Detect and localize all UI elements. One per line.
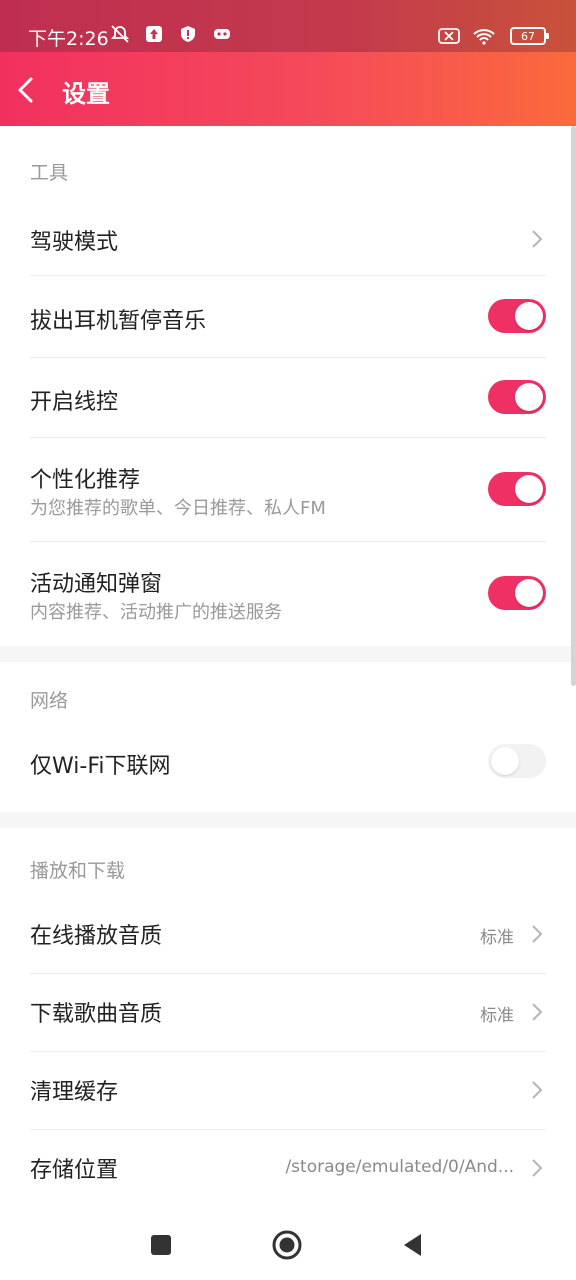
unplug-pause-row[interactable]: 拔出耳机暂停音乐: [30, 276, 546, 358]
storage-location-value: /storage/emulated/0/And...: [285, 1157, 514, 1177]
online-quality-row[interactable]: 在线播放音质 标准: [30, 896, 546, 974]
download-quality-value: 标准: [480, 1006, 514, 1026]
download-quality-label: 下载歌曲音质: [30, 1002, 163, 1027]
personalized-toggle[interactable]: [488, 472, 546, 506]
clear-cache-row[interactable]: 清理缓存: [30, 1052, 546, 1130]
sim-off-icon: [438, 28, 460, 44]
section-divider: [0, 646, 576, 662]
chevron-right-icon: [532, 230, 543, 248]
section-title-tools: 工具: [30, 162, 69, 184]
storage-location-row[interactable]: 存储位置 /storage/emulated/0/And...: [30, 1130, 546, 1210]
toggle-knob: [515, 579, 543, 607]
battery-icon: 67: [510, 27, 549, 45]
chevron-right-icon: [532, 1081, 543, 1099]
mute-icon: [110, 25, 130, 43]
storage-location-label: 存储位置: [30, 1158, 119, 1183]
line-control-label: 开启线控: [30, 390, 119, 415]
line-control-toggle[interactable]: [488, 380, 546, 414]
driving-mode-row[interactable]: 驾驶模式: [30, 212, 546, 276]
section-tools: 工具 驾驶模式 拔出耳机暂停音乐 开启线控 个性化推荐 为您推荐的歌单、今日推荐…: [0, 126, 576, 646]
chevron-right-icon: [532, 925, 543, 943]
personalized-sub: 为您推荐的歌单、今日推荐、私人FM: [30, 498, 326, 519]
activity-popup-row[interactable]: 活动通知弹窗 内容推荐、活动推广的推送服务: [30, 542, 546, 646]
wifi-only-toggle[interactable]: [488, 744, 546, 778]
home-button[interactable]: [270, 1228, 304, 1262]
activity-popup-sub: 内容推荐、活动推广的推送服务: [30, 602, 282, 623]
unplug-pause-label: 拔出耳机暂停音乐: [30, 309, 207, 334]
chevron-right-icon: [532, 1159, 543, 1177]
unplug-pause-toggle[interactable]: [488, 299, 546, 333]
section-playback: 播放和下载 在线播放音质 标准 下载歌曲音质 标准 清理缓存 存储位置 /sto…: [0, 828, 576, 1210]
wifi-only-label: 仅Wi-Fi下联网: [30, 754, 171, 779]
title-bar: 设置: [0, 52, 576, 126]
driving-mode-label: 驾驶模式: [30, 230, 119, 255]
status-icons-left: [110, 24, 232, 44]
upload-icon: [146, 26, 162, 42]
status-bar: 下午2:26 67: [0, 0, 576, 52]
clear-cache-label: 清理缓存: [30, 1080, 119, 1105]
personalized-label: 个性化推荐: [30, 468, 141, 493]
chevron-right-icon: [532, 1003, 543, 1021]
back-button[interactable]: [10, 70, 46, 110]
download-quality-row[interactable]: 下载歌曲音质 标准: [30, 974, 546, 1052]
status-icons-right: 67: [438, 26, 549, 46]
section-title-playback: 播放和下载: [30, 860, 126, 882]
settings-list[interactable]: 工具 驾驶模式 拔出耳机暂停音乐 开启线控 个性化推荐 为您推荐的歌单、今日推荐…: [0, 126, 576, 1210]
back-nav-button[interactable]: [396, 1228, 430, 1262]
section-title-network: 网络: [30, 690, 69, 712]
toggle-knob: [515, 475, 543, 503]
toggle-knob: [491, 747, 519, 775]
shield-icon: [181, 26, 195, 42]
toggle-knob: [515, 383, 543, 411]
header: 下午2:26 67 设置: [0, 0, 576, 126]
section-divider: [0, 812, 576, 828]
personalized-row[interactable]: 个性化推荐 为您推荐的歌单、今日推荐、私人FM: [30, 438, 546, 542]
scrollbar[interactable]: [571, 126, 576, 686]
activity-popup-toggle[interactable]: [488, 576, 546, 610]
online-quality-label: 在线播放音质: [30, 924, 163, 949]
wifi-icon: [473, 29, 495, 45]
chevron-left-icon: [18, 77, 33, 103]
page-title: 设置: [62, 80, 110, 108]
online-quality-value: 标准: [480, 928, 514, 948]
section-network: 网络 仅Wi-Fi下联网: [0, 662, 576, 812]
game-icon: [214, 29, 230, 39]
recent-apps-button[interactable]: [144, 1228, 178, 1262]
system-nav-bar: [0, 1210, 576, 1280]
line-control-row[interactable]: 开启线控: [30, 358, 546, 438]
wifi-only-row[interactable]: 仅Wi-Fi下联网: [30, 724, 546, 812]
activity-popup-label: 活动通知弹窗: [30, 572, 163, 597]
toggle-knob: [515, 302, 543, 330]
status-time: 下午2:26: [28, 28, 109, 50]
battery-level: 67: [521, 29, 535, 43]
